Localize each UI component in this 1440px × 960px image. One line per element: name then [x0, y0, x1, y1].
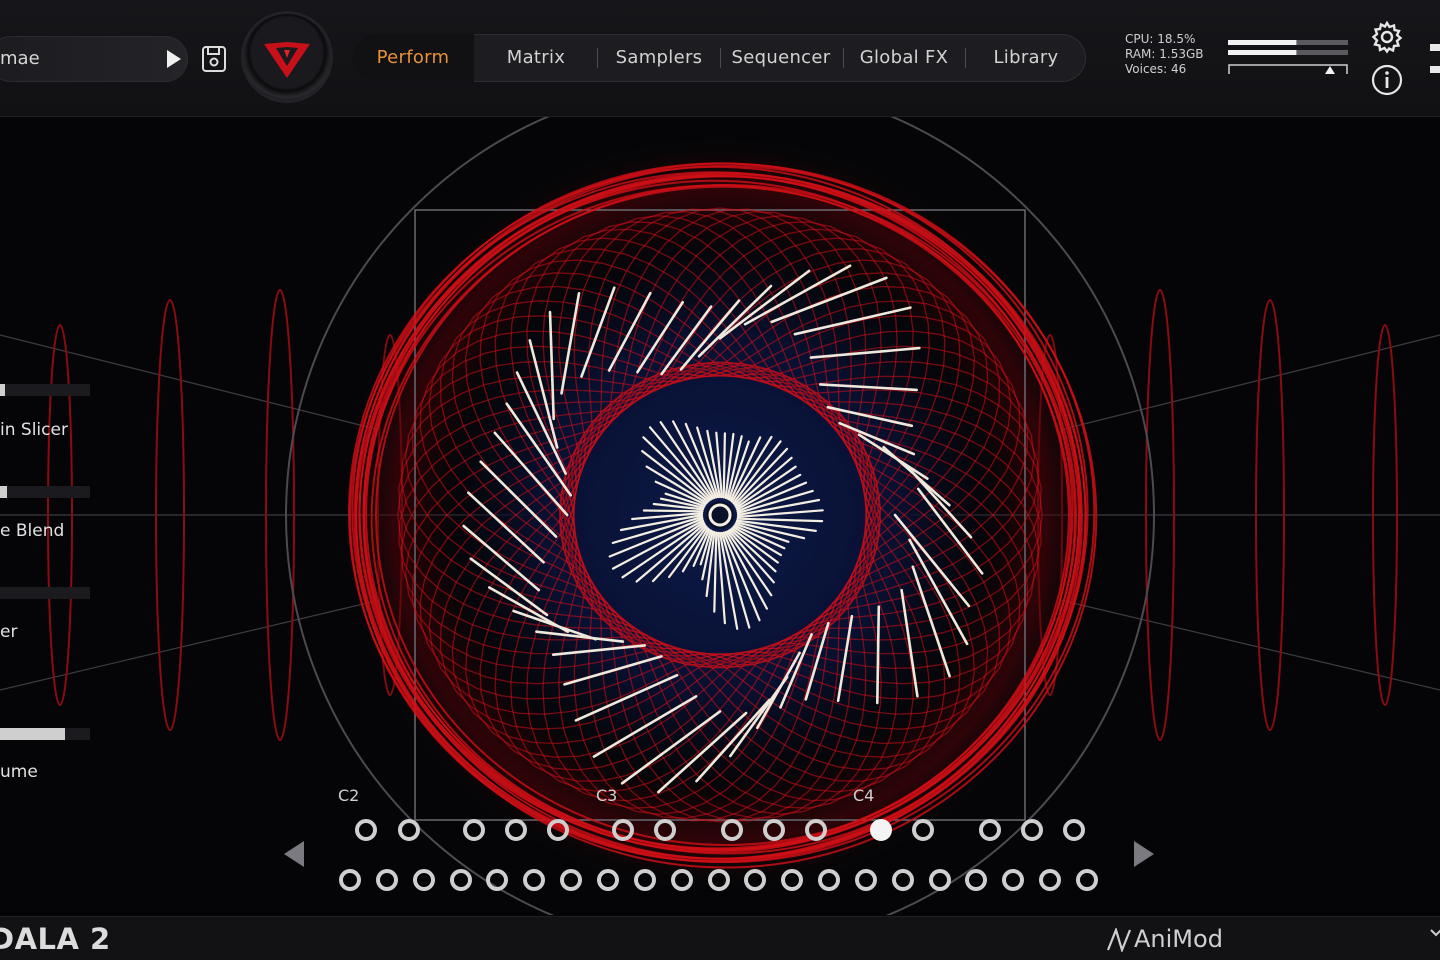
note-label-c2: C2 [338, 786, 360, 805]
pad-key[interactable] [633, 869, 656, 891]
ram-readout: RAM: 1.53GB [1125, 47, 1204, 61]
pad-key[interactable] [449, 869, 472, 891]
voices-readout: Voices: 46 [1125, 62, 1187, 76]
main-tabs: Perform Matrix Samplers Sequencer Global… [352, 34, 1086, 82]
menu-icon[interactable] [1428, 44, 1440, 76]
outer-ray [875, 605, 881, 705]
info-icon[interactable] [1370, 63, 1404, 97]
pad-key[interactable] [818, 869, 841, 891]
pad-key[interactable] [375, 869, 398, 891]
param-label: in Slicer [0, 420, 68, 440]
note-key[interactable] [547, 819, 569, 841]
param-slider[interactable] [0, 486, 90, 498]
param-slider-fill [0, 486, 8, 498]
tab-samplers[interactable]: Samplers [598, 34, 720, 82]
param-label: e Blend [0, 521, 65, 541]
tab-perform[interactable]: Perform [352, 34, 474, 82]
param-label: ume [0, 762, 38, 782]
tab-matrix[interactable]: Matrix [474, 34, 598, 82]
maker-name: AniMod [1134, 925, 1223, 953]
param-slider[interactable] [0, 587, 90, 599]
param-slider[interactable] [0, 728, 90, 740]
tab-sequencer[interactable]: Sequencer [720, 34, 842, 82]
top-bar: mae Perform Matrix Samplers Sequencer Gl… [0, 0, 1440, 117]
note-key[interactable] [721, 819, 743, 841]
gear-icon[interactable] [1370, 20, 1404, 54]
note-key[interactable] [1021, 819, 1043, 841]
param-slider[interactable] [0, 384, 90, 396]
note-key[interactable] [1063, 819, 1085, 841]
param-slider-fill [0, 384, 5, 396]
inner-ray [642, 509, 704, 513]
pad-key[interactable] [412, 869, 435, 891]
pad-key[interactable] [707, 869, 730, 891]
note-label-c3: C3 [596, 786, 618, 805]
chevron-down-icon[interactable] [1430, 928, 1440, 938]
animod-logo-icon [1106, 928, 1132, 952]
note-key[interactable] [654, 819, 676, 841]
pad-key[interactable] [596, 869, 619, 891]
pad-key[interactable] [928, 869, 951, 891]
play-icon[interactable] [164, 48, 184, 70]
meter-level-bottom [1228, 50, 1297, 55]
center-node-dot [712, 510, 720, 518]
param-slider-fill [0, 728, 65, 740]
pad-key[interactable] [339, 869, 361, 891]
pad-key[interactable] [1076, 869, 1098, 891]
meter-marker-icon[interactable] [1325, 66, 1335, 74]
brand-logo [244, 14, 330, 100]
logo-mark-icon [264, 42, 310, 78]
tab-global-fx[interactable]: Global FX [843, 34, 965, 82]
tab-library[interactable]: Library [965, 34, 1087, 82]
note-label-c4: C4 [853, 786, 875, 805]
bottom-bar [0, 916, 1440, 960]
note-key[interactable] [870, 819, 892, 841]
note-key[interactable] [355, 819, 377, 841]
preset-name: mae [0, 48, 40, 69]
pad-key[interactable] [560, 869, 583, 891]
pad-key[interactable] [854, 869, 877, 891]
system-stats: CPU: 18.5% RAM: 1.53GB Voices: 46 [1125, 32, 1204, 77]
note-key[interactable] [979, 819, 1001, 841]
note-key[interactable] [763, 819, 785, 841]
note-key[interactable] [805, 819, 827, 841]
app-window: mae Perform Matrix Samplers Sequencer Gl… [0, 0, 1440, 960]
octave-up-arrow-icon[interactable] [1132, 839, 1156, 869]
note-key[interactable] [505, 819, 527, 841]
pad-key[interactable] [1039, 869, 1062, 891]
perform-visualizer[interactable] [0, 117, 1440, 915]
note-key[interactable] [612, 819, 634, 841]
param-label: er [0, 622, 18, 642]
pad-key[interactable] [670, 869, 693, 891]
cpu-readout: CPU: 18.5% [1125, 32, 1196, 46]
octave-down-arrow-icon[interactable] [282, 839, 306, 869]
note-key[interactable] [398, 819, 420, 841]
pad-key[interactable] [891, 869, 914, 891]
meter-level-top [1228, 40, 1297, 45]
product-name: DALA 2 [0, 922, 111, 956]
save-icon[interactable] [200, 44, 228, 74]
inner-ray [722, 432, 727, 499]
output-meter[interactable] [1228, 38, 1348, 78]
note-key[interactable] [463, 819, 485, 841]
note-key[interactable] [912, 819, 934, 841]
